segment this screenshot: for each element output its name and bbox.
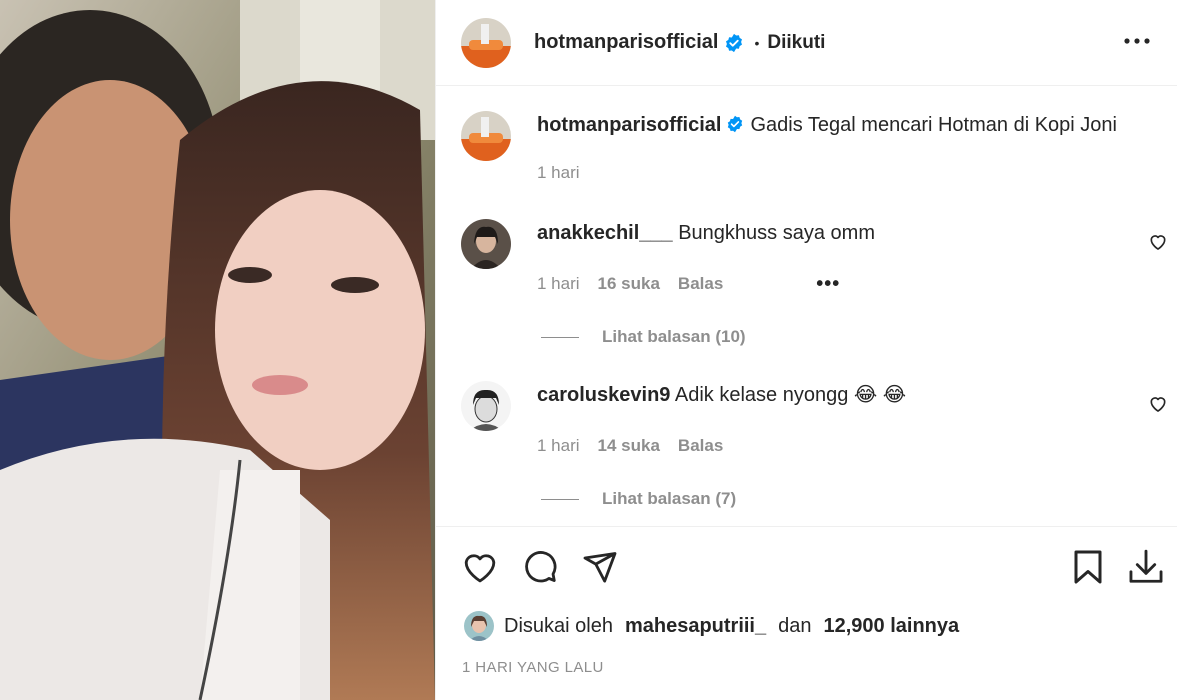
avatar[interactable] — [461, 17, 511, 68]
liked-by-user[interactable]: mahesaputriii_ — [625, 615, 766, 638]
comment-icon[interactable] — [520, 547, 560, 587]
comment-meta: 1 hari 16 suka Balas ••• — [537, 274, 840, 294]
caption-username[interactable]: hotmanparisofficial — [537, 114, 721, 136]
comment-row: caroluskevin9 Adik kelase nyongg 😂 😂 — [461, 381, 906, 431]
caption-text-block: hotmanparisofficial Gadis Tegal mencari H… — [537, 111, 1117, 161]
post-header: hotmanparisofficial • Diikuti — [436, 0, 1177, 86]
comment-text: Adik kelase nyongg 😂 😂 — [674, 384, 907, 406]
comment-likes-count[interactable]: 16 suka — [598, 274, 660, 294]
view-replies-label: Lihat balasan (7) — [602, 489, 737, 508]
comment-username[interactable]: caroluskevin9 — [537, 384, 670, 406]
caption-meta: 1 hari — [537, 163, 598, 183]
liked-by-and: dan — [778, 614, 812, 637]
caption-text: Gadis Tegal mencari Hotman di Kopi Joni — [750, 114, 1117, 136]
verified-badge-icon — [726, 113, 744, 133]
post-detail-panel: hotmanparisofficial • Diikuti hotmanpari… — [435, 0, 1177, 700]
view-replies-label: Lihat balasan (10) — [602, 327, 746, 346]
comment-text-block: caroluskevin9 Adik kelase nyongg 😂 😂 — [537, 381, 906, 431]
avatar[interactable] — [464, 611, 494, 641]
bookmark-icon[interactable] — [1068, 547, 1108, 587]
caption-time[interactable]: 1 hari — [537, 163, 580, 183]
comment-options-icon[interactable]: ••• — [816, 274, 840, 294]
comment-like-heart-icon[interactable] — [1148, 232, 1168, 252]
comments-list[interactable]: hotmanparisofficial Gadis Tegal mencari H… — [436, 87, 1177, 525]
follow-status-button[interactable]: Diikuti — [767, 32, 825, 54]
share-icon[interactable] — [580, 547, 620, 587]
replies-divider — [541, 336, 579, 338]
avatar[interactable] — [461, 381, 511, 431]
caption-row: hotmanparisofficial Gadis Tegal mencari H… — [461, 111, 1117, 161]
comment-text: Bungkhuss saya omm — [678, 222, 875, 244]
comment-row: anakkechil___ Bungkhuss saya omm — [461, 219, 875, 269]
view-replies-button[interactable]: Lihat balasan (10) — [541, 327, 746, 347]
reply-button[interactable]: Balas — [678, 274, 723, 294]
post-author-username[interactable]: hotmanparisofficial — [534, 31, 718, 54]
comment-like-heart-icon[interactable] — [1148, 394, 1168, 414]
download-icon[interactable] — [1126, 547, 1166, 587]
avatar[interactable] — [461, 111, 511, 161]
likes-count[interactable]: 12,900 lainnya — [824, 615, 960, 638]
comment-meta: 1 hari 14 suka Balas — [537, 436, 741, 456]
verified-badge-icon — [724, 33, 744, 53]
comment-time[interactable]: 1 hari — [537, 436, 580, 456]
separator-dot: • — [754, 34, 760, 51]
comment-likes-count[interactable]: 14 suka — [598, 436, 660, 456]
avatar[interactable] — [461, 219, 511, 269]
post-date[interactable]: 1 HARI YANG LALU — [462, 659, 604, 676]
post-photo — [0, 0, 435, 700]
more-options-icon[interactable] — [1122, 28, 1152, 54]
replies-divider — [541, 498, 579, 500]
comment-username[interactable]: anakkechil___ — [537, 222, 673, 244]
liked-by-prefix: Disukai oleh — [504, 614, 613, 637]
reply-button[interactable]: Balas — [678, 436, 723, 456]
comment-time[interactable]: 1 hari — [537, 274, 580, 294]
liked-by-summary: Disukai oleh mahesaputriii_ dan 12,900 l… — [464, 611, 959, 641]
view-replies-button[interactable]: Lihat balasan (7) — [541, 489, 736, 509]
heart-icon[interactable] — [460, 547, 500, 587]
post-actions: Disukai oleh mahesaputriii_ dan 12,900 l… — [436, 526, 1177, 700]
comment-text-block: anakkechil___ Bungkhuss saya omm — [537, 219, 875, 269]
